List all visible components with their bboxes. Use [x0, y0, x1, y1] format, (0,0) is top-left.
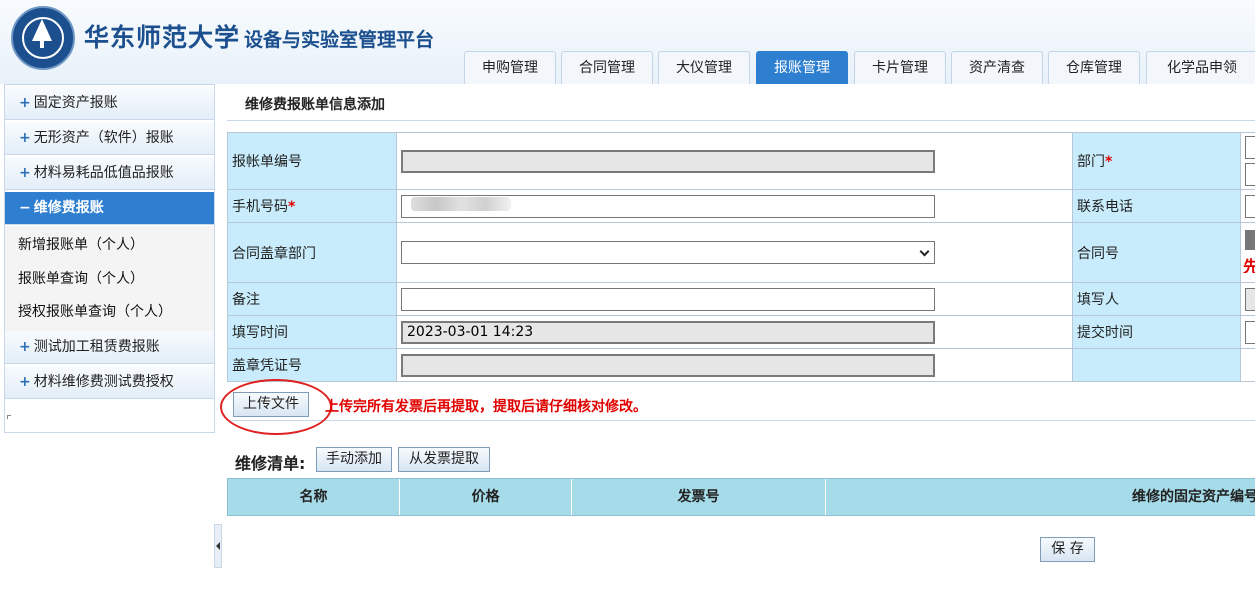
platform-name: 设备与实验室管理平台 — [244, 29, 435, 51]
plus-icon: + — [19, 165, 31, 181]
bill-no-label: 报帐单编号 — [227, 132, 397, 190]
resize-corner — [7, 415, 11, 419]
sidebar-item-repair[interactable]: − 维修费报账 — [5, 192, 214, 225]
university-logo-icon — [11, 6, 75, 70]
sidebar-item-materials[interactable]: + 材料易耗品低值品报账 — [5, 157, 214, 190]
header: 华东师范大学 设备与实验室管理平台 申购管理 合同管理 大仪管理 报账管理 卡片… — [0, 0, 1255, 84]
remark-field[interactable] — [401, 287, 935, 311]
fill-time-label: 填写时间 — [227, 315, 397, 349]
submenu-authorized-query[interactable]: 授权报账单查询（个人） — [18, 301, 172, 321]
plus-icon: + — [19, 339, 31, 355]
fill-time-field[interactable] — [401, 320, 935, 344]
plus-icon: + — [19, 95, 31, 111]
contract-no-label: 合同号 — [1072, 222, 1241, 283]
submit-time-label: 提交时间 — [1072, 315, 1241, 349]
sidebar: + 固定资产报账 + 无形资产（软件）报账 + 材料易耗品低值品报账 − 维修费报账 新… — [4, 84, 215, 433]
contract-warning-text: 先 — [1243, 257, 1255, 273]
upload-row: 上传文件 上传完所有发票后再提取，提取后请仔细核对修改。 — [220, 379, 1255, 435]
university-name: 华东师范大学 — [84, 23, 241, 52]
page-title-bar: 维修费报账单信息添加 — [227, 84, 1255, 121]
dept-label: 部门* — [1072, 132, 1241, 190]
bill-form: 报帐单编号 部门* 手机号码* 联系电话 合同盖章部门 合同号 先 备注 填写人… — [227, 132, 1255, 382]
manual-add-button[interactable]: 手动添加 — [316, 447, 392, 472]
dept-select-1[interactable] — [1245, 136, 1255, 159]
contact-phone-label: 联系电话 — [1072, 189, 1241, 223]
upload-note: 上传完所有发票后再提取，提取后请仔细核对修改。 — [325, 399, 647, 415]
chevron-down-icon — [919, 246, 930, 257]
contract-no-field[interactable] — [1245, 230, 1255, 250]
column-asset-no: 维修的固定资产编号 — [1132, 489, 1255, 505]
sidebar-collapse-handle[interactable] — [214, 524, 222, 568]
tab-asset-inventory[interactable]: 资产清查 — [951, 51, 1043, 84]
column-invoice-no: 发票号 — [572, 479, 826, 515]
tab-chemical[interactable]: 化学品申领 — [1146, 51, 1255, 84]
page-title: 维修费报账单信息添加 — [245, 97, 385, 113]
phone-label: 手机号码* — [227, 189, 397, 223]
plus-icon: + — [19, 130, 31, 146]
repair-grid-header: 名称 价格 发票号 维修的固定资产编号 — [227, 478, 1255, 516]
seal-cert-field[interactable] — [401, 353, 935, 377]
minus-icon: − — [19, 200, 31, 216]
sidebar-item-test-rental[interactable]: + 测试加工租赁费报账 — [5, 331, 214, 364]
submit-time-field[interactable] — [1245, 321, 1255, 344]
tab-purchase[interactable]: 申购管理 — [464, 51, 556, 84]
tab-card[interactable]: 卡片管理 — [854, 51, 946, 84]
tab-large-instrument[interactable]: 大仪管理 — [658, 51, 750, 84]
submenu-new-bill[interactable]: 新增报账单（个人） — [18, 234, 144, 254]
redacted-phone — [411, 197, 511, 211]
tab-contract[interactable]: 合同管理 — [561, 51, 653, 84]
sidebar-item-authorization[interactable]: + 材料维修费测试费授权 — [5, 366, 214, 399]
save-button[interactable]: 保 存 — [1040, 537, 1095, 562]
tab-warehouse[interactable]: 仓库管理 — [1048, 51, 1140, 84]
dept-select-2[interactable] — [1245, 163, 1255, 186]
bill-no-field[interactable] — [401, 149, 935, 173]
upload-file-button[interactable]: 上传文件 — [233, 392, 309, 417]
submenu-bill-query[interactable]: 报账单查询（个人） — [18, 268, 144, 288]
plus-icon: + — [19, 374, 31, 390]
main-content: 维修费报账单信息添加 报帐单编号 部门* 手机号码* 联系电话 合同盖章部门 合… — [220, 84, 1255, 598]
seal-dept-label: 合同盖章部门 — [227, 222, 397, 283]
filler-label: 填写人 — [1072, 282, 1241, 316]
column-name: 名称 — [228, 479, 400, 515]
seal-cert-label: 盖章凭证号 — [227, 348, 397, 382]
filler-field[interactable] — [1245, 288, 1255, 311]
arrow-left-icon — [216, 542, 220, 550]
seal-dept-select[interactable] — [401, 241, 935, 264]
repair-submenu: 新增报账单（个人） 报账单查询（个人） 授权报账单查询（个人） — [5, 226, 214, 332]
column-price: 价格 — [400, 479, 572, 515]
remark-label: 备注 — [227, 282, 397, 316]
sidebar-item-intangible[interactable]: + 无形资产（软件）报账 — [5, 122, 214, 155]
extract-from-invoice-button[interactable]: 从发票提取 — [398, 447, 490, 472]
sidebar-item-fixed-asset[interactable]: + 固定资产报账 — [5, 87, 214, 120]
tab-reimbursement[interactable]: 报账管理 — [756, 51, 848, 84]
contact-phone-field[interactable] — [1245, 195, 1255, 218]
repair-list-label: 维修清单: — [235, 454, 306, 473]
